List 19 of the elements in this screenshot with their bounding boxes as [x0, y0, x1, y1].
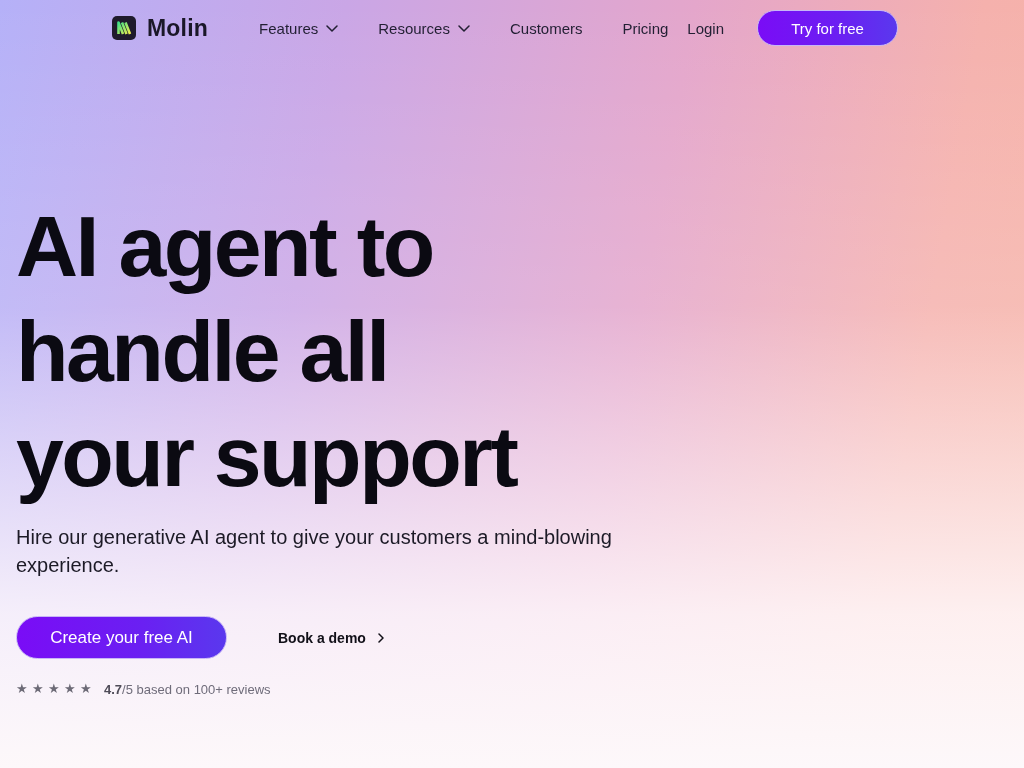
hero-headline: AI agent to handle all your support — [16, 197, 518, 506]
star-icon: ★ — [64, 681, 76, 697]
rating-text: 4.7/5 based on 100+ reviews — [104, 681, 271, 697]
nav-link[interactable]: Features — [259, 19, 339, 37]
star-icon: ★ — [16, 681, 28, 697]
star-icon: ★ — [32, 681, 44, 697]
brand-name[interactable]: Molin — [147, 14, 209, 42]
nav-link[interactable]: Customers — [509, 19, 583, 37]
nav-link[interactable]: Pricing — [622, 19, 669, 37]
login-link[interactable]: Login — [687, 19, 725, 37]
chevron-icon — [377, 632, 384, 643]
hero-subtitle: Hire our generative AI agent to give your customers a mind-blowing experience. — [16, 525, 613, 578]
star-icon: ★ — [48, 681, 60, 697]
create-ai-button[interactable]: Create your free AI — [16, 616, 227, 659]
book-demo-link[interactable]: Book a demo — [278, 629, 384, 646]
try-for-free-button[interactable]: Try for free — [757, 10, 899, 46]
star-icon: ★ — [80, 681, 92, 697]
logo-icon[interactable] — [112, 16, 136, 40]
nav-link[interactable]: Resources — [378, 19, 470, 37]
